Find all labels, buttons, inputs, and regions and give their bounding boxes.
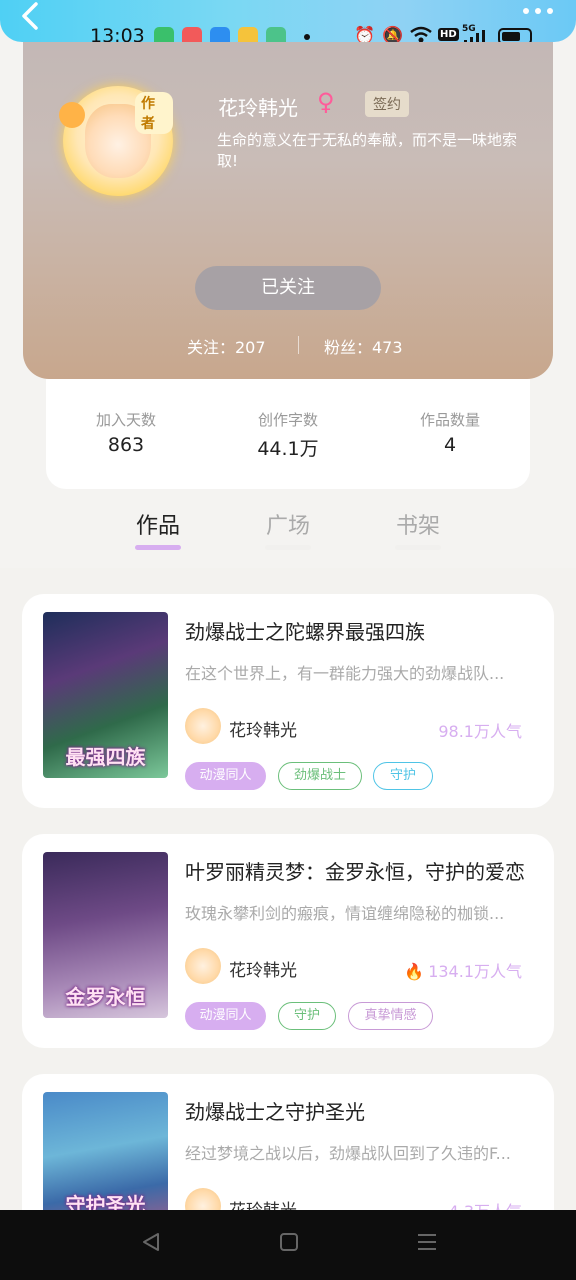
author-name: 花玲韩光 (218, 96, 298, 120)
content-tabs: 作品 广场 书架 (0, 500, 576, 568)
bell-icon (59, 102, 85, 128)
tag[interactable]: 守护 (278, 1002, 336, 1030)
book-card[interactable]: 最强四族 劲爆战士之陀螺界最强四族 在这个世界上，有一群能力强大的劲爆战队...… (22, 594, 554, 808)
tab-works[interactable]: 作品 (118, 508, 198, 540)
profile-card: 作者 花玲韩光 ♀ 签约 生命的意义在于无私的奉献，而不是一味地索取! 已关注 … (23, 42, 553, 379)
followers-count[interactable]: 粉丝：473 (324, 334, 403, 358)
cover-title: 最强四族 (65, 745, 146, 769)
divider (298, 336, 299, 354)
book-title[interactable]: 叶罗丽精灵梦：金罗永恒，守护的爱恋 (185, 856, 545, 885)
nav-back-icon[interactable] (140, 1230, 162, 1260)
tab-indicator (265, 545, 311, 550)
popularity: 98.1万人气 (438, 722, 522, 741)
book-author: 花玲韩光 (229, 961, 297, 981)
stat-value: 863 (107, 434, 145, 456)
author-motto: 生命的意义在于无私的奉献，而不是一味地索取! (217, 131, 518, 170)
popularity: 🔥 134.1万人气 (404, 958, 522, 982)
following-count[interactable]: 关注：207 (187, 334, 266, 358)
author-avatar (185, 708, 221, 744)
tab-square[interactable]: 广场 (248, 508, 328, 540)
stat-label: 创作字数 (257, 411, 318, 429)
tag[interactable]: 动漫同人 (185, 762, 266, 790)
nav-home-icon[interactable] (278, 1230, 300, 1260)
tab-bookshelf[interactable]: 书架 (378, 508, 458, 540)
more-dots-icon (523, 8, 553, 14)
author-avatar (185, 948, 221, 984)
stat-work-count: 作品数量 4 (380, 409, 520, 456)
stat-label: 作品数量 (419, 411, 480, 429)
fire-icon: 🔥 (404, 962, 425, 981)
female-icon: ♀ (317, 88, 335, 116)
avatar[interactable]: 作者 (59, 86, 173, 196)
book-title[interactable]: 劲爆战士之守护圣光 (185, 1096, 545, 1125)
book-description: 玫瑰永攀利剑的瘢痕，情谊缠绵隐秘的枷锁... (185, 904, 505, 923)
stat-word-count: 创作字数 44.1万 (218, 409, 358, 461)
signed-badge: 签约 (365, 91, 409, 117)
tag[interactable]: 劲爆战士 (278, 762, 362, 790)
cover-title: 金罗永恒 (65, 985, 146, 1009)
tab-active-indicator (135, 545, 181, 550)
book-author: 花玲韩光 (229, 721, 297, 741)
author-badge: 作者 (135, 92, 173, 134)
stat-value: 4 (443, 434, 457, 456)
popularity-value: 134.1万人气 (428, 962, 522, 981)
system-nav-bar (0, 1210, 576, 1280)
follow-button[interactable]: 已关注 (195, 266, 381, 310)
hd-badge: HD (438, 28, 459, 41)
tab-indicator (395, 545, 441, 550)
book-title[interactable]: 劲爆战士之陀螺界最强四族 (185, 616, 545, 645)
stat-value: 44.1万 (257, 438, 319, 460)
tag[interactable]: 守护 (373, 762, 433, 790)
book-description: 在这个世界上，有一群能力强大的劲爆战队... (185, 664, 505, 683)
book-card[interactable]: 金罗永恒 叶罗丽精灵梦：金罗永恒，守护的爱恋 玫瑰永攀利剑的瘢痕，情谊缠绵隐秘的… (22, 834, 554, 1048)
stat-join-days: 加入天数 863 (56, 409, 196, 456)
tag[interactable]: 真挚情感 (348, 1002, 433, 1030)
book-description: 经过梦境之战以后，劲爆战队回到了久违的F... (185, 1144, 511, 1163)
tag[interactable]: 动漫同人 (185, 1002, 266, 1030)
book-cover[interactable]: 最强四族 (43, 612, 168, 778)
book-cover[interactable]: 金罗永恒 (43, 852, 168, 1018)
nav-menu-icon[interactable] (416, 1230, 438, 1260)
notification-dot (304, 34, 310, 40)
stat-label: 加入天数 (95, 411, 156, 429)
more-button[interactable] (522, 2, 554, 18)
author-stats-card: 加入天数 863 创作字数 44.1万 作品数量 4 (46, 379, 530, 489)
